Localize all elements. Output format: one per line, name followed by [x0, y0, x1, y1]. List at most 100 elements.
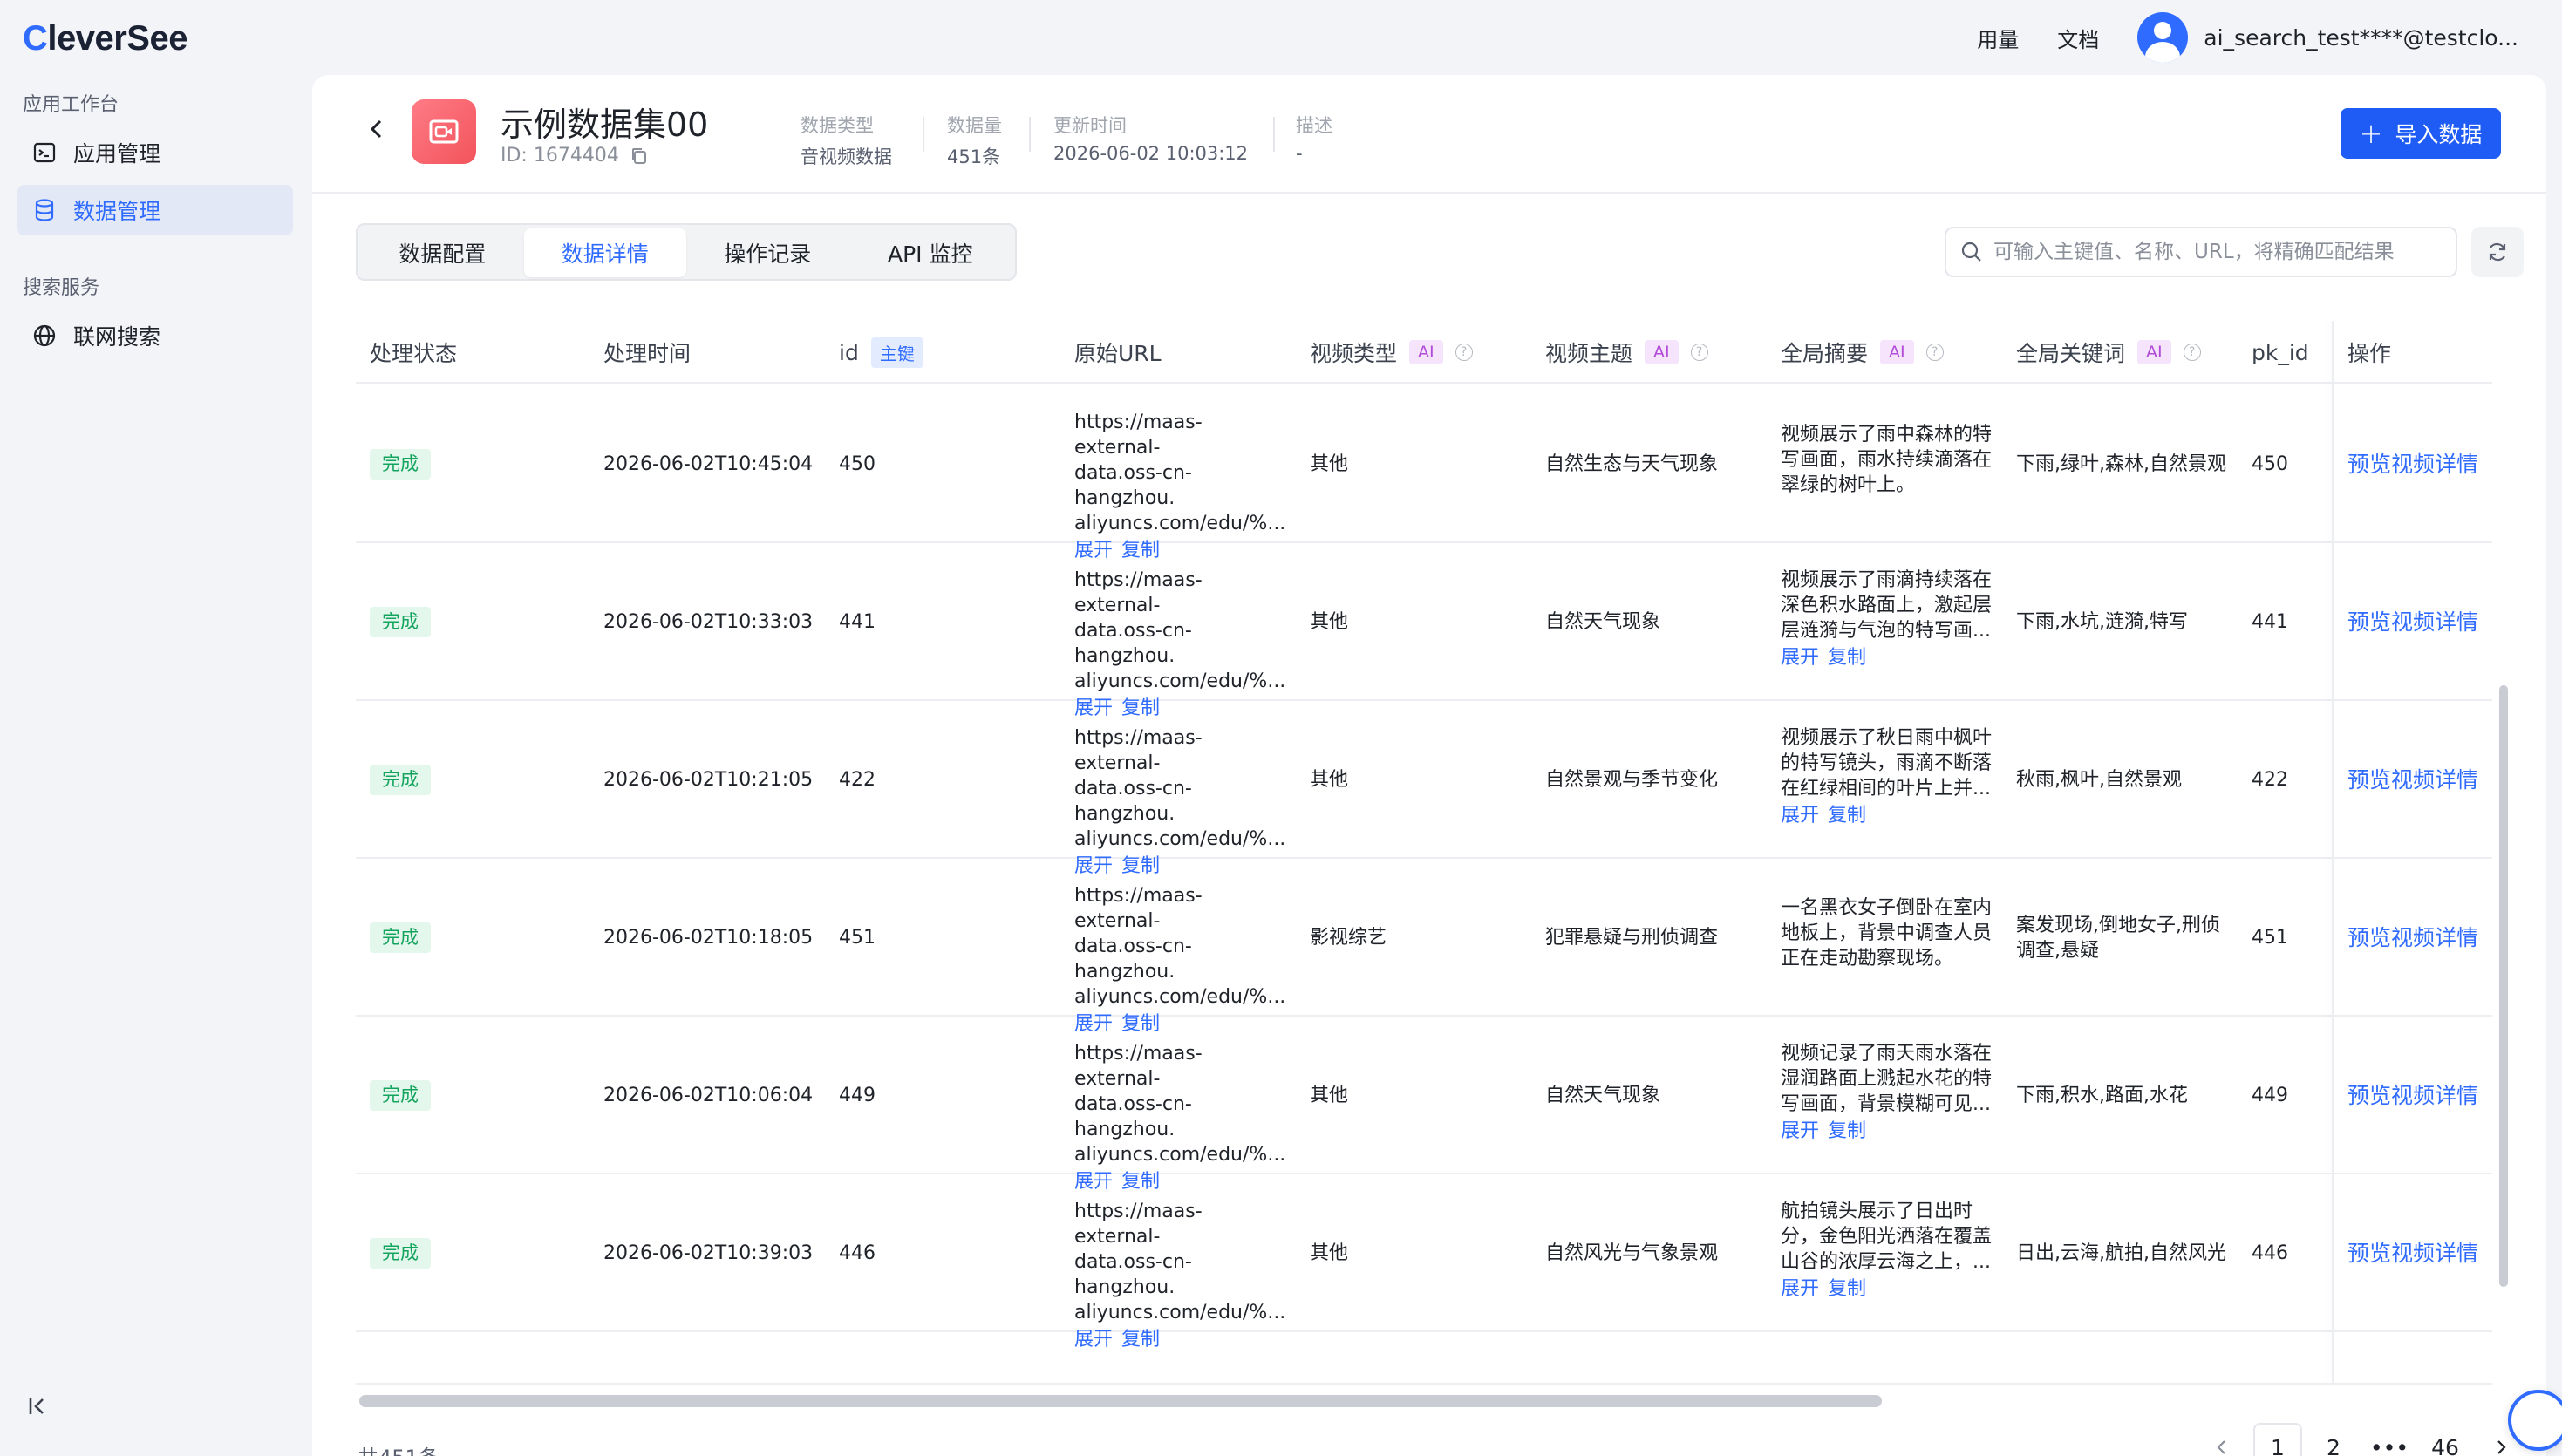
tab-api-monitor[interactable]: API 监控: [849, 228, 1012, 277]
copy-link[interactable]: 复制: [1828, 1278, 1866, 1300]
expand-link[interactable]: 展开: [1781, 1278, 1819, 1300]
cell-text-line: 山谷的浓厚云海之上，...: [1781, 1251, 1991, 1273]
back-icon[interactable]: [366, 115, 387, 150]
import-data-button[interactable]: + 导入数据: [2341, 108, 2501, 159]
keywords-cell: 案发现场,倒地女子,刑侦 调查,悬疑: [2016, 859, 2220, 1017]
horizontal-scrollbar[interactable]: [359, 1395, 1882, 1407]
copy-link[interactable]: 复制: [1121, 1329, 1160, 1351]
page-ellipsis[interactable]: •••: [2365, 1423, 2414, 1456]
search-icon: [1960, 241, 1983, 263]
copy-link[interactable]: 复制: [1828, 647, 1866, 669]
refresh-button[interactable]: [2471, 227, 2524, 277]
video-topic-cell: 自然景观与季节变化: [1545, 769, 1719, 791]
cell-text-line: 在红绿相间的叶片上并...: [1781, 778, 1991, 799]
keywords-text: 日出,云海,航拍,自然风光: [2016, 1241, 2226, 1266]
help-icon[interactable]: ?: [1455, 344, 1473, 361]
tab-operation-log[interactable]: 操作记录: [686, 228, 849, 277]
copy-icon[interactable]: [630, 146, 649, 166]
sidebar-item-web-search[interactable]: 联网搜索: [17, 310, 293, 361]
primary-key-tag: 主键: [870, 337, 923, 368]
cell-text-line: https://maas-external-: [1074, 569, 1203, 616]
video-topic-cell: 自然天气现象: [1545, 1085, 1661, 1106]
expand-link[interactable]: 展开: [1781, 647, 1819, 669]
keywords-cell: 下雨,积水,路面,水花: [2016, 1017, 2188, 1174]
page-1[interactable]: 1: [2253, 1423, 2302, 1456]
id-cell: 450: [839, 453, 876, 475]
vertical-scrollbar[interactable]: [2499, 685, 2508, 1287]
id-cell: 446: [839, 1242, 876, 1264]
help-icon[interactable]: ?: [1925, 344, 1944, 361]
expand-link[interactable]: 展开: [1074, 1329, 1113, 1351]
help-icon[interactable]: ?: [1690, 344, 1708, 361]
cell-text-line: https://maas-external-: [1074, 1043, 1203, 1090]
cell-text-line: data.oss-cn-hangzhou.: [1074, 620, 1192, 667]
usage-link[interactable]: 用量: [1977, 23, 2019, 53]
cell-text-line: 视频展示了雨中森林的特: [1781, 424, 1993, 446]
col-status: 处理状态: [370, 341, 458, 366]
time-cell: 2026-06-02T10:18:05: [603, 927, 814, 949]
preview-video-detail-link[interactable]: 预览视频详情: [2347, 767, 2478, 793]
status-cell: 完成: [370, 859, 431, 1017]
url-cell: https://maas-external-data.oss-cn-hangzh…: [1074, 1041, 1287, 1194]
table-row: 完成 2026-06-02T10:06:04 449 https://maas-ext…: [356, 1017, 2492, 1193]
docs-link[interactable]: 文档: [2057, 23, 2099, 53]
summary-cell: 视频展示了雨中森林的特 写画面，雨水持续滴落在 翠绿的树叶上。: [1781, 422, 1993, 498]
cell-text-line: data.oss-cn-hangzhou.: [1074, 462, 1192, 509]
copy-link[interactable]: 复制: [1828, 1120, 1866, 1142]
time-cell: 2026-06-02T10:21:05: [603, 769, 814, 791]
sidebar-item-app-manage[interactable]: 应用管理: [17, 127, 293, 178]
keywords-text: 案发现场,倒地女子,刑侦 调查,悬疑: [2016, 913, 2220, 963]
time-cell: 2026-06-02T10:06:04: [603, 1085, 814, 1106]
terminal-icon: [31, 139, 58, 166]
status-cell: 完成: [370, 701, 431, 859]
time-cell: 2026-06-02T10:39:03: [603, 1242, 814, 1264]
collapse-sidebar-icon[interactable]: [26, 1395, 49, 1424]
preview-video-detail-link[interactable]: 预览视频详情: [2347, 609, 2478, 635]
copy-link[interactable]: 复制: [1828, 805, 1866, 827]
page-46[interactable]: 46: [2421, 1423, 2470, 1456]
sidebar-item-data-manage[interactable]: 数据管理: [17, 185, 293, 235]
tab-data-detail[interactable]: 数据详情: [523, 228, 686, 277]
user-account[interactable]: ai_search_test****@testclo...: [2204, 25, 2518, 51]
divider: [923, 117, 924, 152]
page-2[interactable]: 2: [2309, 1423, 2358, 1456]
preview-video-detail-link[interactable]: 预览视频详情: [2347, 1083, 2478, 1108]
preview-video-detail-link[interactable]: 预览视频详情: [2347, 452, 2478, 477]
expand-link[interactable]: 展开: [1781, 805, 1819, 827]
summary-cell: 视频展示了秋日雨中枫叶 的特写镜头，雨滴不断落 在红绿相间的叶片上并... 展开 复制: [1781, 725, 1993, 828]
ai-tag: AI: [1880, 340, 1914, 364]
cell-text-line: 秋雨,枫叶,自然景观: [2016, 769, 2182, 791]
summary-cell: 航拍镜头展示了日出时 分，金色阳光洒落在覆盖 山谷的浓厚云海之上，... 展开 复制: [1781, 1199, 1993, 1302]
refresh-icon: [2485, 240, 2510, 264]
url-cell: https://maas-external-data.oss-cn-hangzh…: [1074, 568, 1287, 721]
status-badge: 完成: [370, 922, 431, 953]
prev-page-icon[interactable]: [2197, 1423, 2246, 1456]
col-time: 处理时间: [603, 341, 692, 366]
cell-text-line: 案发现场,倒地女子,刑侦: [2016, 914, 2220, 936]
assistant-float-button[interactable]: [2508, 1390, 2562, 1451]
cell-text-line: 翠绿的树叶上。: [1781, 474, 1916, 496]
sidebar-group-search: 搜索服务: [23, 277, 100, 299]
search-input[interactable]: [1993, 241, 2447, 263]
col-video-type: 视频类型 AI ?: [1310, 321, 1473, 384]
expand-link[interactable]: 展开: [1781, 1120, 1819, 1142]
preview-video-detail-link[interactable]: 预览视频详情: [2347, 1241, 2478, 1266]
pk-id-cell: 446: [2252, 1242, 2288, 1264]
cell-actions: 展开 复制: [1074, 1327, 1287, 1352]
app-logo[interactable]: CleverSee: [23, 19, 187, 58]
cell-text-line: 湿润路面上溅起水花的特: [1781, 1068, 1993, 1090]
cell-text-line: data.oss-cn-hangzhou.: [1074, 778, 1192, 825]
preview-video-detail-link[interactable]: 预览视频详情: [2347, 925, 2478, 950]
url-cell: https://maas-external-data.oss-cn-hangzh…: [1074, 883, 1287, 1037]
keywords-text: 秋雨,枫叶,自然景观: [2016, 767, 2182, 793]
cell-text-line: aliyuncs.com/edu/%...: [1074, 1144, 1286, 1166]
cell-text-line: aliyuncs.com/edu/%...: [1074, 513, 1286, 534]
id-cell: 441: [839, 611, 876, 633]
tab-data-config[interactable]: 数据配置: [361, 228, 524, 277]
cell-text-line: 调查,悬疑: [2016, 939, 2099, 962]
video-type-cell: 影视综艺: [1310, 927, 1387, 949]
cell-text-line: 写画面，雨水持续滴落在: [1781, 449, 1993, 471]
help-icon[interactable]: ?: [2183, 344, 2201, 361]
operation-cell: 预览视频详情: [2347, 1174, 2478, 1332]
avatar[interactable]: [2137, 12, 2189, 63]
